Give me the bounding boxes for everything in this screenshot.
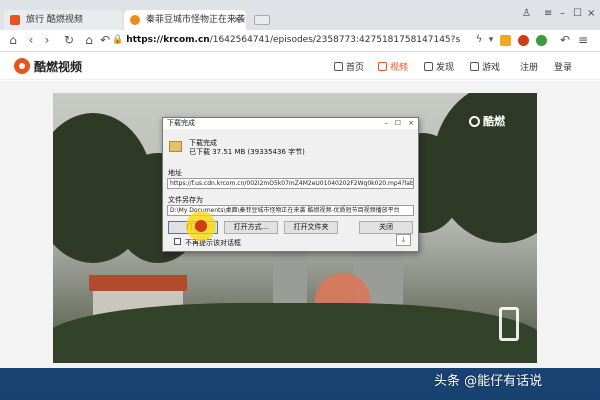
folder-icon xyxy=(169,141,182,152)
back-icon[interactable]: ‹ xyxy=(24,33,38,47)
dialog-close-icon[interactable]: × xyxy=(408,118,414,129)
krcom-favicon-icon xyxy=(130,15,140,25)
home-page-icon[interactable]: ⌂ xyxy=(82,33,96,47)
new-tab-button[interactable] xyxy=(254,15,270,25)
address-field[interactable]: https://f.us.cdn.krcom.cn/002I2mO5k07mZ4… xyxy=(167,178,414,189)
video-icon xyxy=(378,62,387,71)
mouse-cursor-highlight xyxy=(186,211,216,241)
dialog-title: 下载完成 xyxy=(167,119,195,127)
gamepad-icon xyxy=(470,62,479,71)
toolbar: ⌂ ‹ › ↻ ⌂ ↶ 🔒 https://krcom.cn/1642564741… xyxy=(0,30,600,52)
dialog-titlebar: 下载完成 – ☐ × xyxy=(163,118,418,129)
address-bar[interactable]: 🔒 https://krcom.cn/1642564741/episodes/23… xyxy=(112,32,468,49)
login-link[interactable]: 登录 xyxy=(554,60,572,73)
download-manager-icon[interactable]: ↓ xyxy=(396,234,411,246)
krcom-favicon-icon xyxy=(10,15,20,25)
lock-icon: 🔒 xyxy=(112,35,124,45)
author-watermark: 头条 @能仔有话说 xyxy=(434,374,543,389)
extension-green-icon[interactable] xyxy=(536,35,547,46)
minimize-icon[interactable]: – xyxy=(560,8,565,19)
download-size-text: 已下载 37.51 MB (39335436 字节) xyxy=(189,148,305,156)
tab-label: 旅行 酷燃视频 xyxy=(26,15,83,25)
nav-home[interactable]: 首页 xyxy=(334,60,364,73)
dropdown-icon[interactable]: ▾ xyxy=(484,33,498,47)
browser-menu-icon[interactable]: ≡ xyxy=(576,33,590,47)
url-path: /1642564741/episodes/2358773:42751817581… xyxy=(209,35,461,45)
dialog-maximize-icon[interactable]: ☐ xyxy=(395,118,401,129)
site-header: 酷燃视频 首页 视频 发现 游戏 注册 登录 xyxy=(0,52,600,80)
home-icon[interactable]: ⌂ xyxy=(6,33,20,47)
menu-icon[interactable]: ≡ xyxy=(544,8,552,19)
address-label: 地址 xyxy=(168,169,182,177)
extension-icon[interactable] xyxy=(500,35,511,46)
open-with-button[interactable]: 打开方式... xyxy=(224,221,278,234)
fullscreen-icon[interactable] xyxy=(499,307,519,341)
register-link[interactable]: 注册 xyxy=(520,60,538,73)
maximize-icon[interactable]: ☐ xyxy=(573,8,582,19)
dialog-minimize-icon[interactable]: – xyxy=(385,118,389,129)
video-scene xyxy=(53,303,537,363)
krcom-logo-icon[interactable] xyxy=(14,58,30,74)
window-close-icon[interactable]: × xyxy=(587,8,595,19)
undo-icon[interactable]: ↶ xyxy=(98,33,112,47)
open-folder-button[interactable]: 打开文件夹 xyxy=(284,221,338,234)
video-watermark: 酷燃 xyxy=(469,113,505,129)
nav-video[interactable]: 视频 xyxy=(378,60,408,73)
nav-games[interactable]: 游戏 xyxy=(470,60,500,73)
tab-label: 秦菲豆城市怪物正在来袭 酷 xyxy=(146,15,246,25)
forward-icon[interactable]: › xyxy=(40,33,54,47)
discover-icon xyxy=(424,62,433,71)
extension-red-icon[interactable] xyxy=(518,35,529,46)
video-scene xyxy=(89,275,187,291)
close-button[interactable]: 关闭 xyxy=(359,221,413,234)
nav-discover[interactable]: 发现 xyxy=(424,60,454,73)
shirt-skin-icon[interactable]: ♙ xyxy=(522,8,531,19)
home-icon xyxy=(334,62,343,71)
site-logo-text[interactable]: 酷燃视频 xyxy=(34,58,82,75)
save-as-label: 文件另存为 xyxy=(168,196,203,204)
dont-show-again-checkbox[interactable] xyxy=(174,238,181,245)
krcom-logo-icon xyxy=(469,116,480,127)
tab-strip: 旅行 酷燃视频 秦菲豆城市怪物正在来袭 酷 × ♙ ≡ – ☐ × xyxy=(0,0,600,30)
tab-video-active[interactable]: 秦菲豆城市怪物正在来袭 酷 × xyxy=(124,10,246,30)
tab-close-icon[interactable]: × xyxy=(233,10,241,30)
tab-travel[interactable]: 旅行 酷燃视频 xyxy=(4,10,122,30)
dont-show-again-label: 不再提示该对话框 xyxy=(185,239,241,247)
undo-close-icon[interactable]: ↶ xyxy=(558,33,572,47)
reload-icon[interactable]: ↻ xyxy=(62,33,76,47)
url-host: https://krcom.cn xyxy=(126,35,210,45)
